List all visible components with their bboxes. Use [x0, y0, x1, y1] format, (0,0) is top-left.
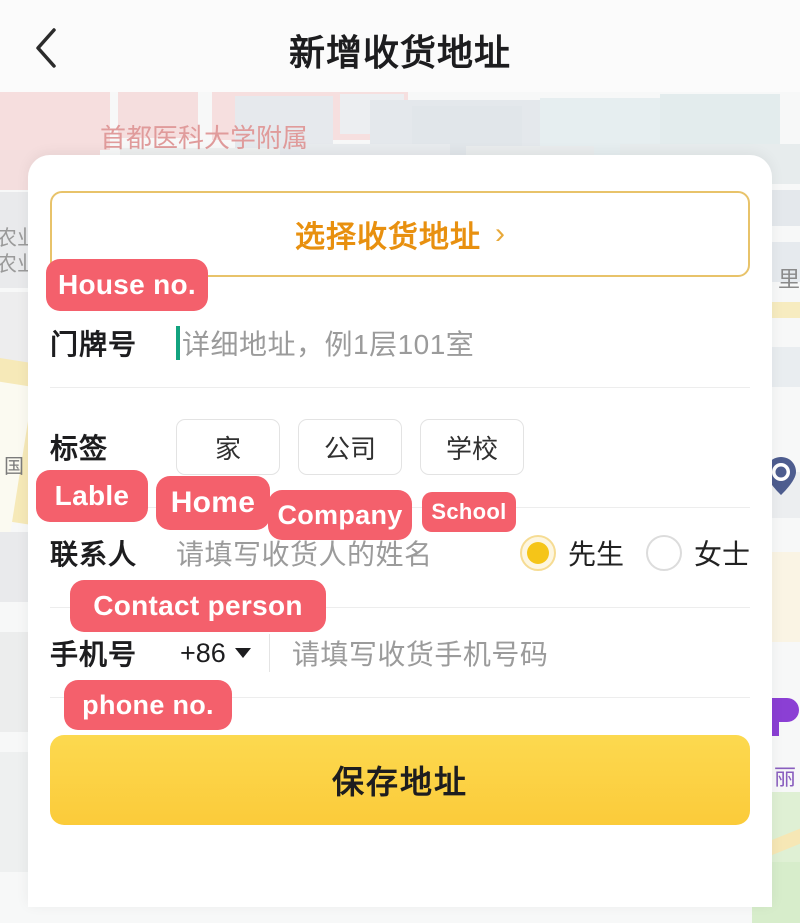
gender-option-mr[interactable]: 先生: [519, 533, 624, 573]
radio-selected-icon[interactable]: [519, 535, 556, 571]
app-screen: 首都医科大学附属 农业 农业 国 里 丽 新增收货地址 选择收货地址 › 门牌号…: [0, 0, 800, 923]
parking-p-icon[interactable]: [768, 696, 800, 738]
tag-chip-company[interactable]: 公司: [298, 419, 402, 475]
text-cursor: [176, 326, 180, 360]
phone-number-input[interactable]: 请填写收货手机号码: [292, 633, 549, 673]
map-block: [0, 92, 110, 150]
house-no-row[interactable]: 门牌号 详细地址，例1层101室: [50, 313, 750, 373]
annotation-school: School: [422, 492, 516, 532]
navigation-bar: 新增收货地址: [0, 0, 800, 92]
tag-row: 标签 家 公司 学校: [50, 417, 750, 477]
house-no-label: 门牌号: [50, 329, 138, 360]
caret-down-icon: [234, 648, 251, 658]
annotation-phone-no: phone no.: [64, 680, 232, 730]
phone-row[interactable]: 手机号 +86 请填写收货手机号码: [50, 623, 750, 683]
gender-label-mr: 先生: [567, 539, 624, 570]
annotation-house-no: House no.: [46, 259, 208, 311]
map-label: 里: [778, 267, 800, 292]
row-divider: [50, 387, 750, 388]
save-address-label: 保存地址: [331, 764, 468, 800]
phone-label: 手机号: [50, 639, 138, 670]
gender-label-ms: 女士: [693, 539, 750, 570]
tag-chip-school[interactable]: 学校: [420, 419, 524, 475]
country-code-value: +86: [180, 637, 226, 668]
tag-label: 标签: [50, 433, 109, 464]
map-block: [0, 632, 28, 732]
gender-option-ms[interactable]: 女士: [645, 533, 750, 573]
tag-chip-home[interactable]: 家: [176, 419, 280, 475]
chevron-right-icon: ›: [495, 217, 505, 250]
gender-radio-group: 先生 女士: [519, 533, 750, 573]
annotation-contact-person: Contact person: [70, 580, 326, 632]
country-code-selector[interactable]: +86: [180, 638, 251, 669]
contact-label: 联系人: [50, 539, 138, 570]
select-address-label: 选择收货地址: [295, 221, 481, 254]
annotation-home: Home: [156, 476, 270, 530]
tag-chip-group: 家 公司 学校: [176, 419, 524, 475]
annotation-company: Company: [268, 490, 412, 540]
map-label: 国: [4, 456, 24, 478]
map-label: 首都医科大学附属: [100, 123, 309, 153]
save-address-button[interactable]: 保存地址: [50, 735, 750, 825]
radio-unselected-icon[interactable]: [645, 535, 682, 571]
map-block: [0, 752, 30, 872]
map-label: 丽: [774, 765, 797, 790]
annotation-lable: Lable: [36, 470, 148, 522]
page-title: 新增收货地址: [288, 32, 511, 73]
field-separator: [268, 634, 270, 672]
house-no-input[interactable]: 详细地址，例1层101室: [182, 323, 474, 363]
